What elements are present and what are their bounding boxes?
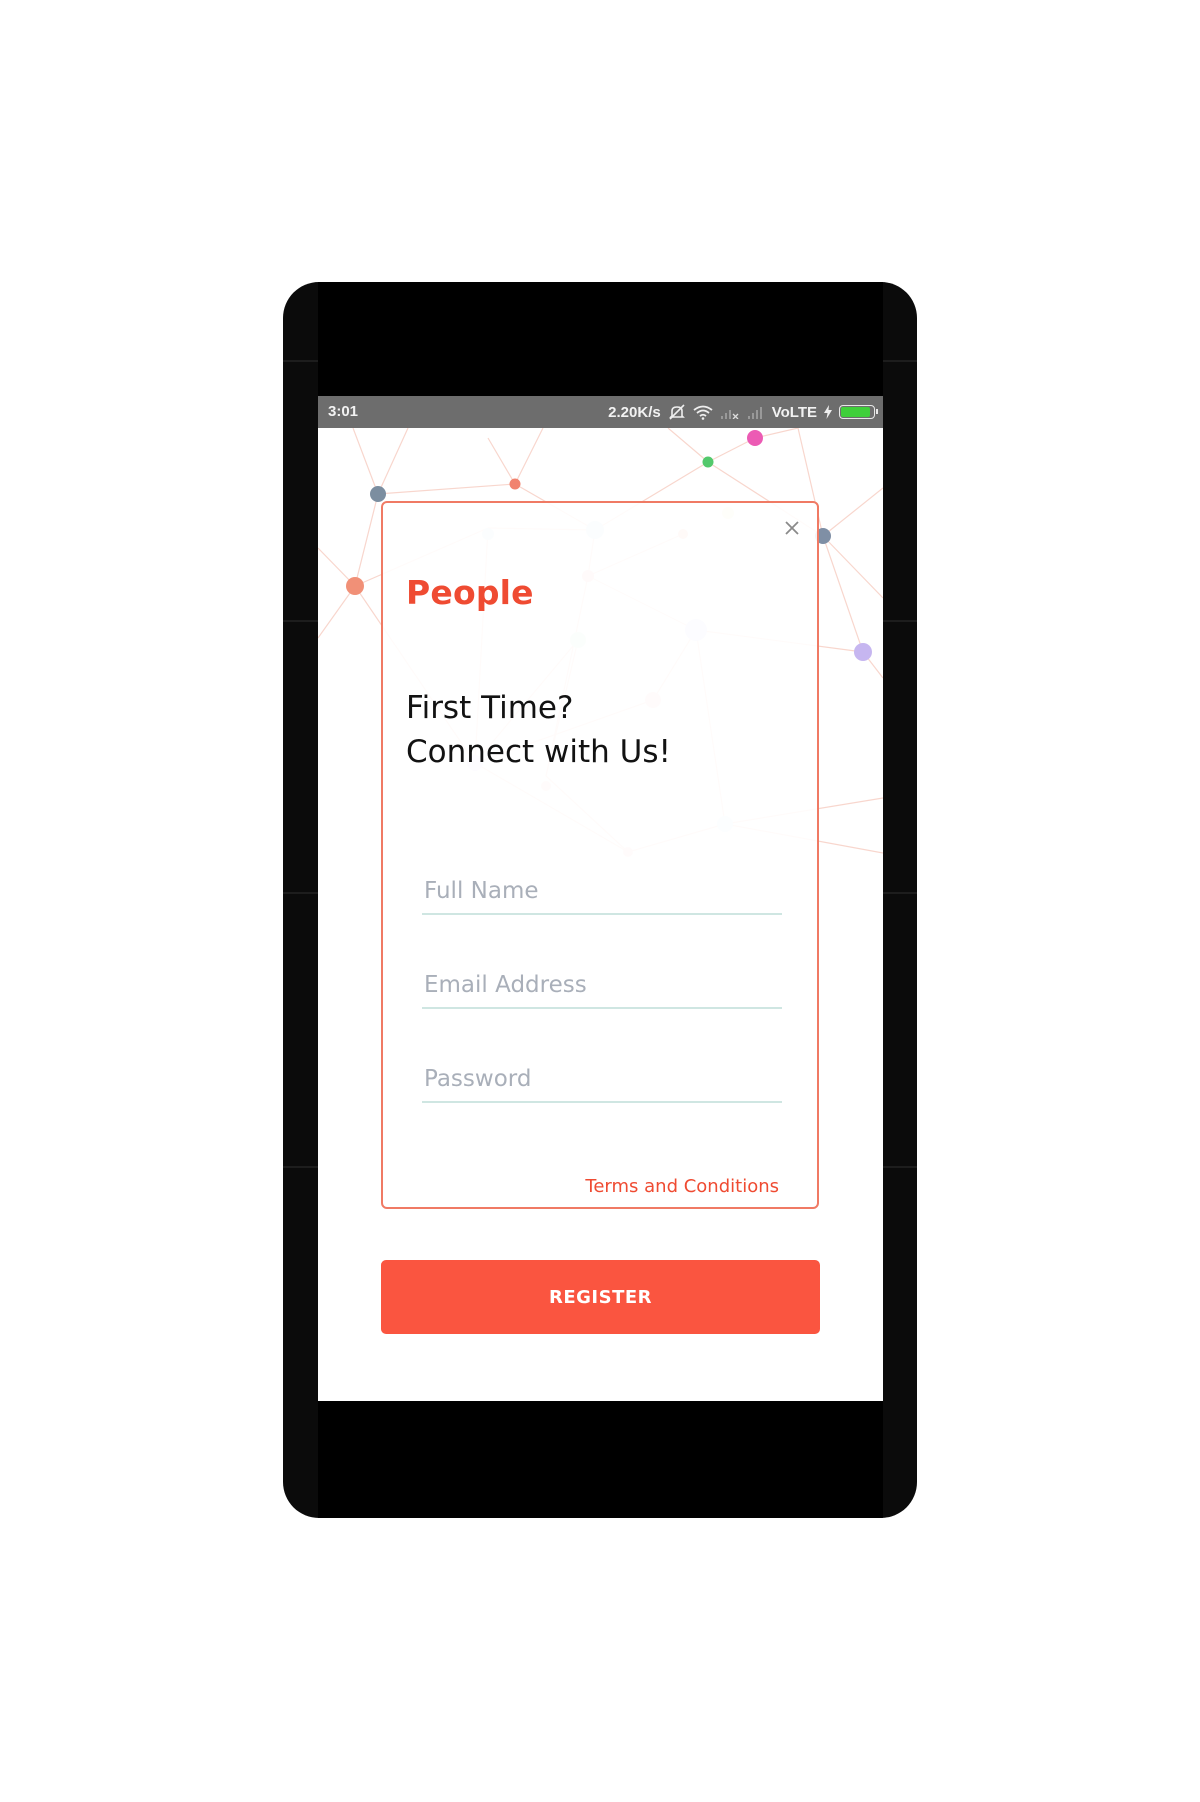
close-icon[interactable] [781,517,803,539]
network-type: VoLTE [771,403,817,421]
register-card: People First Time? Connect with Us! Term… [381,501,819,1209]
email-field [422,965,786,1009]
status-indicators: 2.20K/s VoLTE [608,402,878,422]
terms-link[interactable]: Terms and Conditions [585,1176,779,1197]
email-input[interactable] [422,965,786,1005]
phone-top-bezel [318,282,883,396]
password-input[interactable] [422,1059,786,1099]
full-name-input[interactable] [422,871,786,911]
password-field [422,1059,786,1103]
mute-icon [668,403,686,421]
status-bar: 3:01 2.20K/s VoLTE [318,396,883,428]
network-speed: 2.20K/s [608,403,661,421]
page-title: First Time? Connect with Us! [406,686,671,774]
phone-frame: 3:01 2.20K/s VoLTE People First Time? Co… [283,282,917,1518]
battery-icon [839,405,878,419]
phone-bottom-bezel [318,1401,883,1518]
signal-icon [747,405,765,419]
full-name-field [422,871,786,915]
headline-line-1: First Time? [406,690,574,726]
battery-level [841,407,870,417]
charging-icon [824,405,832,419]
register-button[interactable]: REGISTER [381,1260,820,1334]
status-time: 3:01 [328,403,359,420]
brand-logo: People [406,573,534,612]
signal-icon [720,405,740,419]
headline-line-2: Connect with Us! [406,734,671,770]
app-screen: 3:01 2.20K/s VoLTE People First Time? Co… [318,396,883,1401]
wifi-icon [693,404,713,420]
